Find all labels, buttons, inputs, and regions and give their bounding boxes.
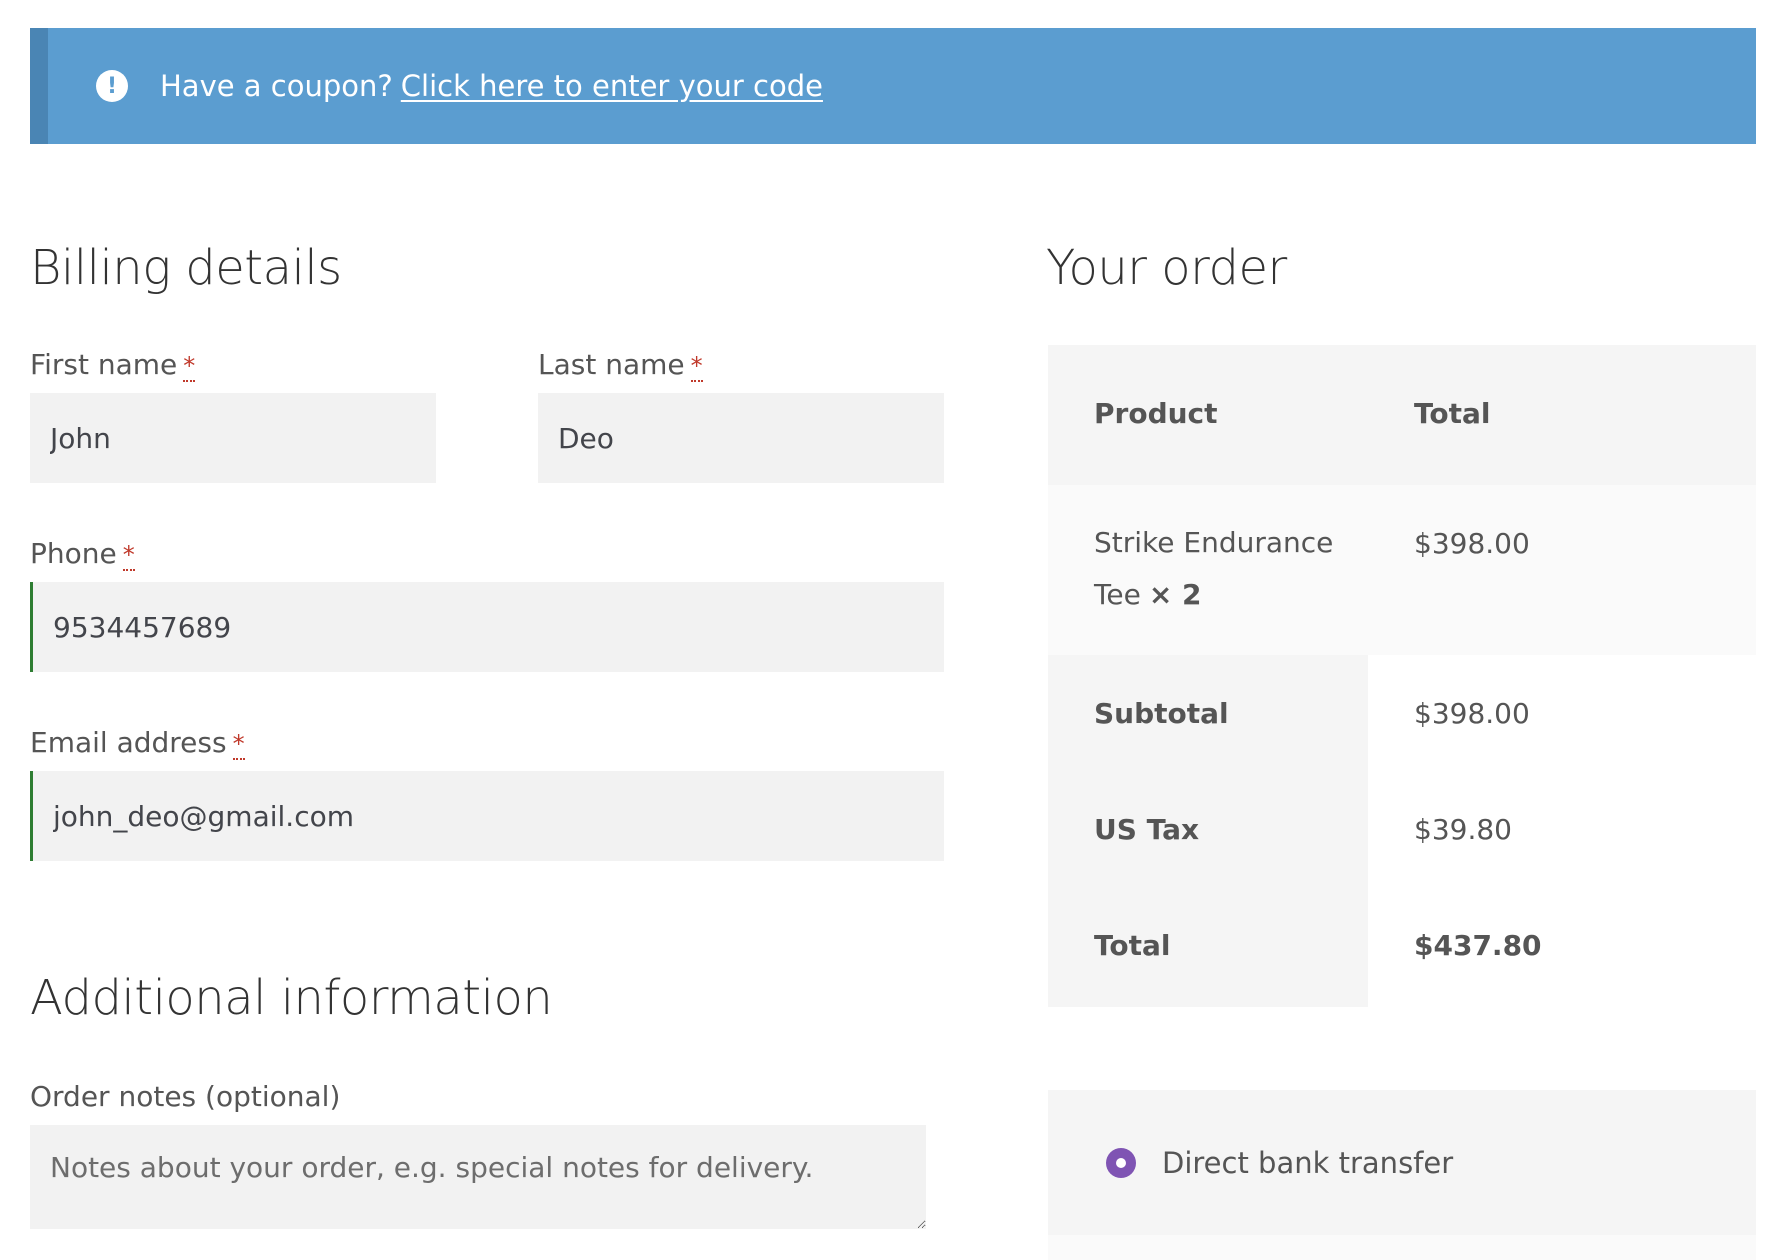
- last-name-label: Last name *: [538, 348, 703, 382]
- required-mark: *: [690, 352, 703, 382]
- tax-value: $39.80: [1414, 813, 1512, 846]
- phone-input[interactable]: [30, 582, 944, 672]
- enter-coupon-link[interactable]: Click here to enter your code: [401, 69, 823, 103]
- billing-details-title: Billing details: [30, 240, 342, 296]
- order-item-name: Strike Endurance Tee × 2: [1094, 526, 1334, 611]
- order-item-quantity: × 2: [1148, 578, 1202, 611]
- order-item-total: $398.00: [1414, 527, 1530, 560]
- tax-label: US Tax: [1094, 813, 1200, 846]
- product-column-header: Product: [1094, 397, 1218, 430]
- first-name-label: First name *: [30, 348, 196, 382]
- coupon-notice: ! Have a coupon? Click here to enter you…: [30, 28, 1756, 144]
- additional-information-title: Additional information: [30, 970, 553, 1026]
- total-column-header: Total: [1414, 397, 1491, 430]
- coupon-notice-text: Have a coupon?: [160, 69, 393, 103]
- order-total-value: $437.80: [1414, 929, 1542, 962]
- payment-method-direct-bank-transfer[interactable]: Direct bank transfer: [1048, 1090, 1756, 1235]
- your-order-title: Your order: [1046, 240, 1287, 296]
- order-notes-textarea[interactable]: [30, 1125, 926, 1229]
- subtotal-label: Subtotal: [1094, 697, 1229, 730]
- payment-method-label: Direct bank transfer: [1162, 1145, 1454, 1180]
- last-name-input[interactable]: [538, 393, 944, 483]
- email-input[interactable]: [30, 771, 944, 861]
- order-total-label: Total: [1094, 929, 1171, 962]
- phone-label: Phone *: [30, 537, 135, 571]
- payment-radio[interactable]: [1106, 1147, 1136, 1178]
- required-mark: *: [122, 541, 135, 571]
- required-mark: *: [183, 352, 196, 382]
- radio-selected-dot: [1116, 1157, 1126, 1168]
- email-label: Email address *: [30, 726, 245, 760]
- required-mark: *: [232, 730, 245, 760]
- subtotal-value: $398.00: [1414, 697, 1530, 730]
- order-notes-label: Order notes (optional): [30, 1080, 341, 1113]
- payment-box-bottom: [1048, 1235, 1756, 1260]
- info-icon: !: [96, 70, 128, 102]
- order-review-table: Product Total Strike Endurance Tee × 2 $3…: [1048, 345, 1756, 1007]
- first-name-input[interactable]: [30, 393, 436, 483]
